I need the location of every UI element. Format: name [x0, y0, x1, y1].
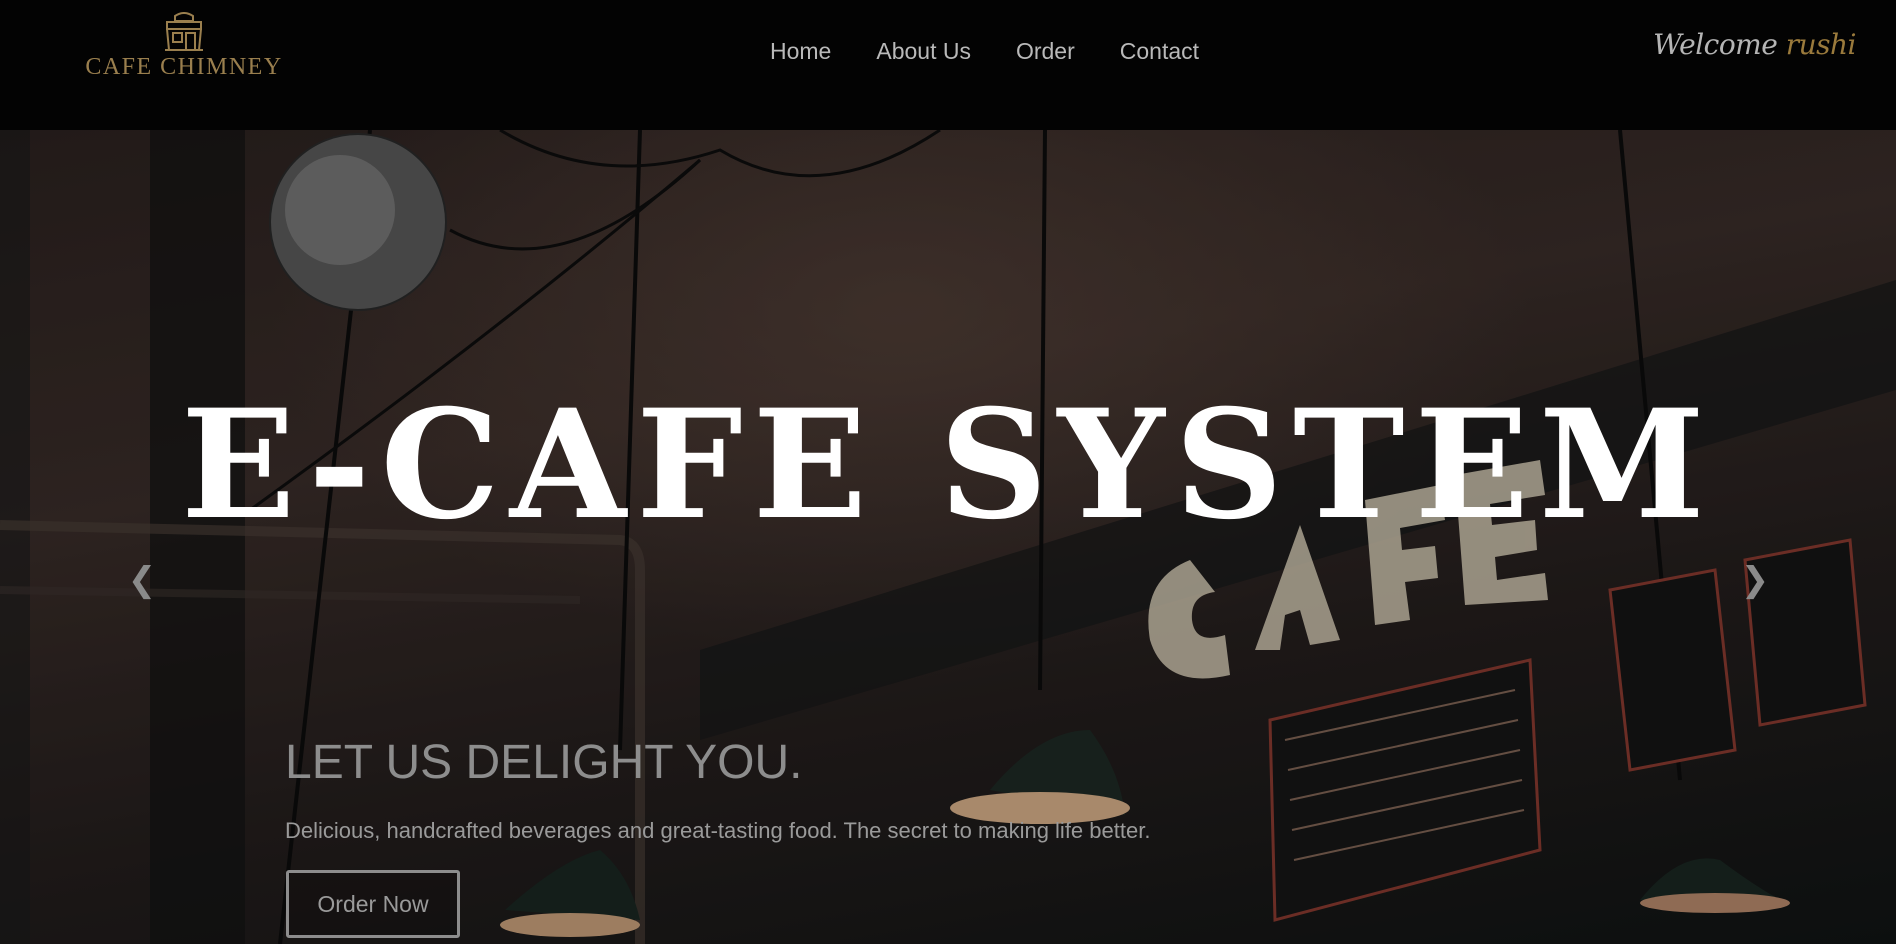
welcome-username: rushi [1785, 28, 1857, 61]
navbar: CAFE CHIMNEY Home About Us Order Contact… [0, 0, 1896, 130]
nav-about-us[interactable]: About Us [876, 36, 971, 66]
chevron-left-icon[interactable]: ❮ [122, 550, 162, 610]
caption-text: Delicious, handcrafted beverages and gre… [285, 818, 1151, 843]
cafe-storefront-icon [165, 12, 203, 51]
hero-title: E-CAFE SYSTEM [181, 377, 1715, 553]
nav-home[interactable]: Home [770, 36, 831, 66]
brand-logo[interactable]: CAFE CHIMNEY [62, 12, 306, 90]
welcome-greeting: Welcome [1653, 28, 1778, 61]
hero-carousel: E-CAFE SYSTEM ❮ ❯ LET US DELIGHT YOU. De… [0, 130, 1896, 944]
brand-name: CAFE CHIMNEY [85, 54, 283, 80]
welcome-user: Welcome rushi [1653, 28, 1856, 61]
caption-heading: LET US DELIGHT YOU. [285, 736, 803, 789]
nav-order[interactable]: Order [1016, 36, 1075, 66]
nav-contact[interactable]: Contact [1120, 36, 1199, 66]
order-now-button[interactable]: Order Now [286, 870, 460, 938]
chevron-right-icon[interactable]: ❯ [1735, 550, 1775, 610]
main-nav: Home About Us Order Contact [770, 36, 1244, 66]
